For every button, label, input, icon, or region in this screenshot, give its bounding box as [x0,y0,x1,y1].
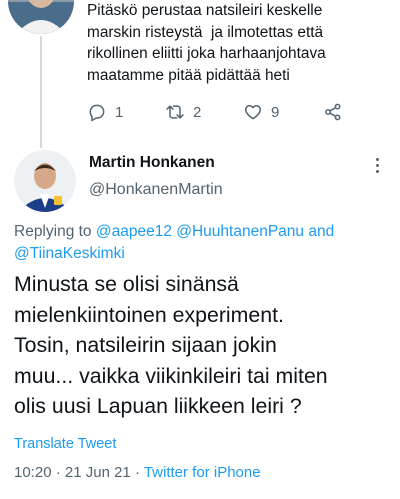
replying-to: Replying to @aapee12 @HuuhtanenPanu and … [14,221,394,265]
reply-count: 1 [115,103,124,121]
tweet-body-line: olis uusi Lapuan liikkeen leiri ? [14,394,302,418]
retweet-icon [166,105,184,119]
parent-text-line: marskin risteystä ja ilmotettas että [87,23,324,41]
tweet-source-link[interactable]: Twitter for iPhone [144,464,261,481]
more-dot [375,169,379,173]
like-button[interactable]: 9 [243,100,279,124]
reply-button[interactable]: 1 [87,100,123,124]
parent-tweet-text: Pitäskö perustaa natsileiri keskelle mar… [87,0,387,86]
avatar[interactable] [14,150,76,212]
more-vertical-icon [375,157,379,161]
mention-link[interactable]: @aapee12 [96,223,172,240]
like-count: 9 [271,103,280,121]
share-button[interactable] [323,100,343,124]
parent-tweet-actions: 1 2 9 [87,100,357,124]
heart-icon [244,105,262,120]
tweet-date[interactable]: 21 Jun 21 [65,464,131,481]
mention-link[interactable]: @TiinaKeskimki [14,245,125,262]
translate-tweet-link[interactable]: Translate Tweet [14,436,116,452]
replying-to-label: Replying to [14,223,96,240]
meta-separator: · [51,464,65,481]
parent-avatar[interactable] [8,0,74,34]
tweet-body: Minusta se olisi sinänsä mielenkiintoine… [14,269,394,422]
tweet-body-line: muu... vaikka viikinkileiri tai miten [14,363,328,388]
share-icon [325,103,341,121]
comment-icon [89,104,105,122]
display-name[interactable]: Martin Honkanen [89,154,215,172]
mention-link[interactable]: @HuuhtanenPanu [176,223,304,240]
tweet-body-line: mielenkiintoinen experiment. [14,302,284,327]
avatar-image [14,150,76,212]
more-dot [375,163,379,167]
tweet-body-line: Tosin, natsileirin sijaan jokin [14,333,277,357]
parent-avatar-image [8,0,74,34]
meta-separator: · [130,464,144,481]
parent-text-line: maatamme pitää pidättää heti [87,66,290,84]
user-handle[interactable]: @HonkanenMartin [89,181,223,199]
tweet-metadata: 10:20 · 21 Jun 21 · Twitter for iPhone [14,464,261,481]
tweet-time[interactable]: 10:20 [14,464,52,481]
retweet-count: 2 [193,103,202,121]
tweet-body-line: Minusta se olisi sinänsä [14,272,239,296]
mention-conjunction: and [304,223,335,240]
parent-text-line: Pitäskö perustaa natsileiri keskelle [87,2,323,19]
retweet-button[interactable]: 2 [165,100,201,124]
more-options-button[interactable] [370,154,384,176]
thread-connector-line [40,36,42,148]
parent-text-line: rikollinen eliitti joka harhaanjohtava [87,45,326,62]
